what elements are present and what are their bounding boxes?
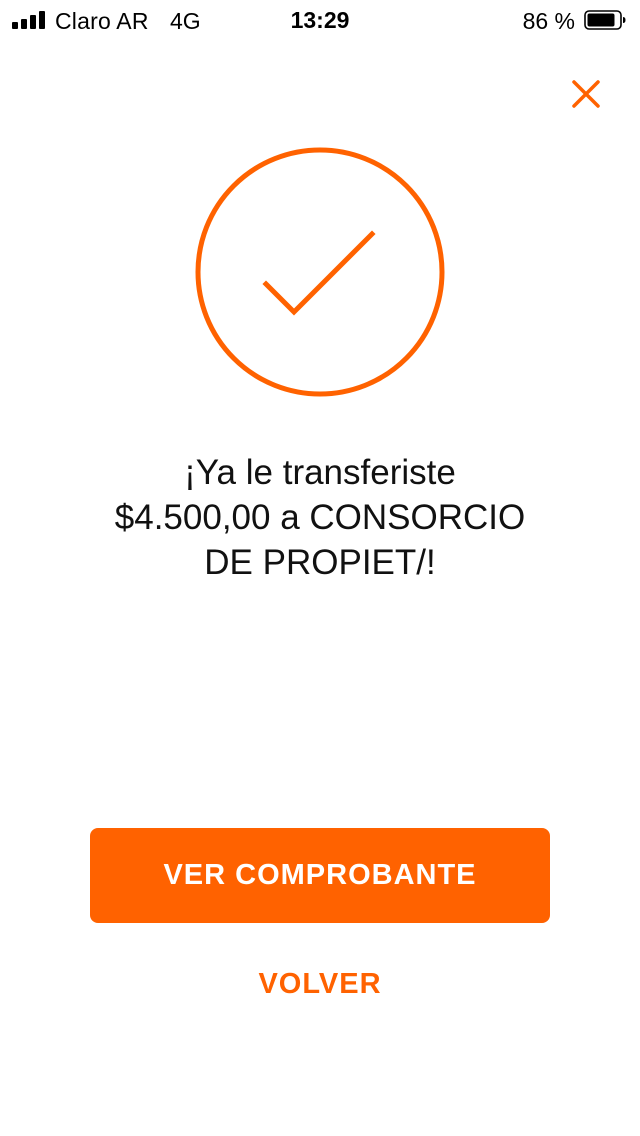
transfer-confirmation-message: ¡Ya le transferiste $4.500,00 a CONSORCI…: [60, 450, 580, 585]
message-line-1: ¡Ya le transferiste: [184, 453, 456, 492]
view-receipt-label: VER COMPROBANTE: [163, 859, 477, 891]
status-bar: Claro AR 4G 13:29 86 %: [0, 0, 640, 40]
message-line-3: DE PROPIET/!: [204, 543, 436, 582]
back-button[interactable]: VOLVER: [0, 968, 640, 1001]
close-button[interactable]: [568, 76, 604, 112]
check-circle-icon: [195, 147, 445, 397]
message-line-2: $4.500,00 a CONSORCIO: [114, 498, 526, 537]
view-receipt-button[interactable]: VER COMPROBANTE: [90, 828, 550, 923]
battery-percentage: 86 %: [522, 8, 575, 34]
close-icon: [572, 80, 600, 108]
battery-icon: [584, 10, 626, 30]
